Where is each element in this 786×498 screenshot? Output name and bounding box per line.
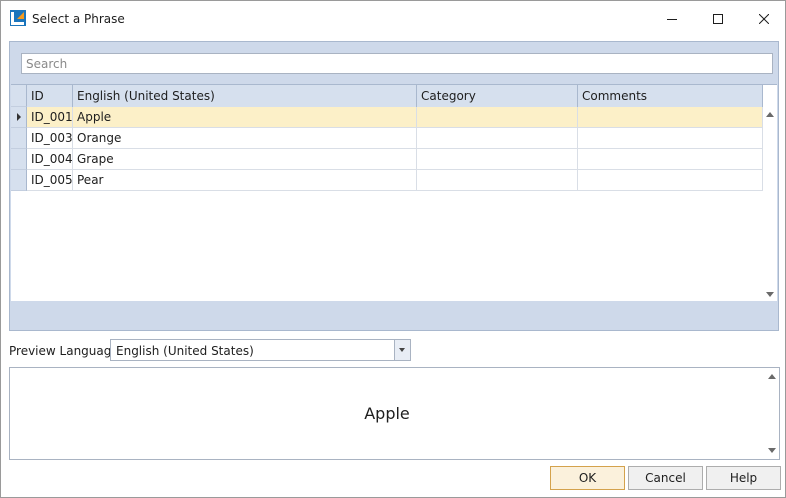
table-row[interactable]: ID_004 Grape xyxy=(11,149,763,170)
scroll-down-icon[interactable] xyxy=(766,292,774,297)
table-row[interactable]: ID_003 Orange xyxy=(11,128,763,149)
chevron-down-icon xyxy=(399,348,405,352)
cell-id[interactable]: ID_004 xyxy=(27,149,73,170)
column-header-comments[interactable]: Comments xyxy=(578,85,763,107)
column-header-english[interactable]: English (United States) xyxy=(73,85,417,107)
phrase-grid-panel: ID English (United States) Category Comm… xyxy=(9,41,779,331)
maximize-icon xyxy=(713,14,723,24)
scroll-down-icon[interactable] xyxy=(768,448,776,453)
cell-comments[interactable] xyxy=(578,128,763,149)
cell-english[interactable]: Orange xyxy=(73,128,417,149)
header-indicator-cell xyxy=(11,85,27,107)
title-bar: Select a Phrase xyxy=(1,1,785,37)
close-icon xyxy=(759,14,769,24)
select-phrase-dialog: Select a Phrase ID English (United Stat xyxy=(0,0,786,498)
close-button[interactable] xyxy=(741,1,786,37)
scroll-up-icon[interactable] xyxy=(768,374,776,379)
preview-language-label: Preview Language: xyxy=(9,344,123,358)
cell-comments[interactable] xyxy=(578,170,763,191)
ok-button[interactable]: OK xyxy=(550,466,625,490)
grid-header: ID English (United States) Category Comm… xyxy=(11,85,763,108)
dropdown-button[interactable] xyxy=(394,340,410,360)
scroll-up-icon[interactable] xyxy=(766,112,774,117)
preview-scrollbar[interactable] xyxy=(765,368,779,459)
row-indicator[interactable] xyxy=(11,128,27,149)
cell-id[interactable]: ID_005 xyxy=(27,170,73,191)
minimize-icon xyxy=(667,19,677,20)
preview-area: Apple xyxy=(9,367,780,460)
cell-english[interactable]: Apple xyxy=(73,107,417,128)
table-row[interactable]: ID_001 Apple xyxy=(11,107,763,128)
cell-category[interactable] xyxy=(417,170,578,191)
cell-english[interactable]: Grape xyxy=(73,149,417,170)
cell-category[interactable] xyxy=(417,107,578,128)
cell-id[interactable]: ID_003 xyxy=(27,128,73,149)
column-header-id[interactable]: ID xyxy=(27,85,73,107)
column-header-category[interactable]: Category xyxy=(417,85,578,107)
app-logo-icon xyxy=(10,10,26,26)
cell-category[interactable] xyxy=(417,128,578,149)
row-indicator[interactable] xyxy=(11,170,27,191)
grid-footer xyxy=(11,301,777,330)
cell-id[interactable]: ID_001 xyxy=(27,107,73,128)
search-input[interactable] xyxy=(21,53,773,74)
cell-english[interactable]: Pear xyxy=(73,170,417,191)
cell-comments[interactable] xyxy=(578,107,763,128)
grid-scrollbar[interactable] xyxy=(763,107,777,301)
row-indicator[interactable] xyxy=(11,107,27,128)
window-title: Select a Phrase xyxy=(32,12,125,26)
preview-text: Apple xyxy=(364,404,410,423)
phrase-grid: ID English (United States) Category Comm… xyxy=(11,84,777,302)
row-indicator[interactable] xyxy=(11,149,27,170)
help-button[interactable]: Help xyxy=(706,466,781,490)
cell-comments[interactable] xyxy=(578,149,763,170)
cancel-button[interactable]: Cancel xyxy=(628,466,703,490)
row-pointer-icon xyxy=(17,113,21,121)
preview-language-select[interactable]: English (United States) xyxy=(110,339,411,361)
cell-category[interactable] xyxy=(417,149,578,170)
maximize-button[interactable] xyxy=(695,1,741,37)
minimize-button[interactable] xyxy=(649,1,695,37)
preview-language-value: English (United States) xyxy=(116,344,254,358)
table-row[interactable]: ID_005 Pear xyxy=(11,170,763,191)
